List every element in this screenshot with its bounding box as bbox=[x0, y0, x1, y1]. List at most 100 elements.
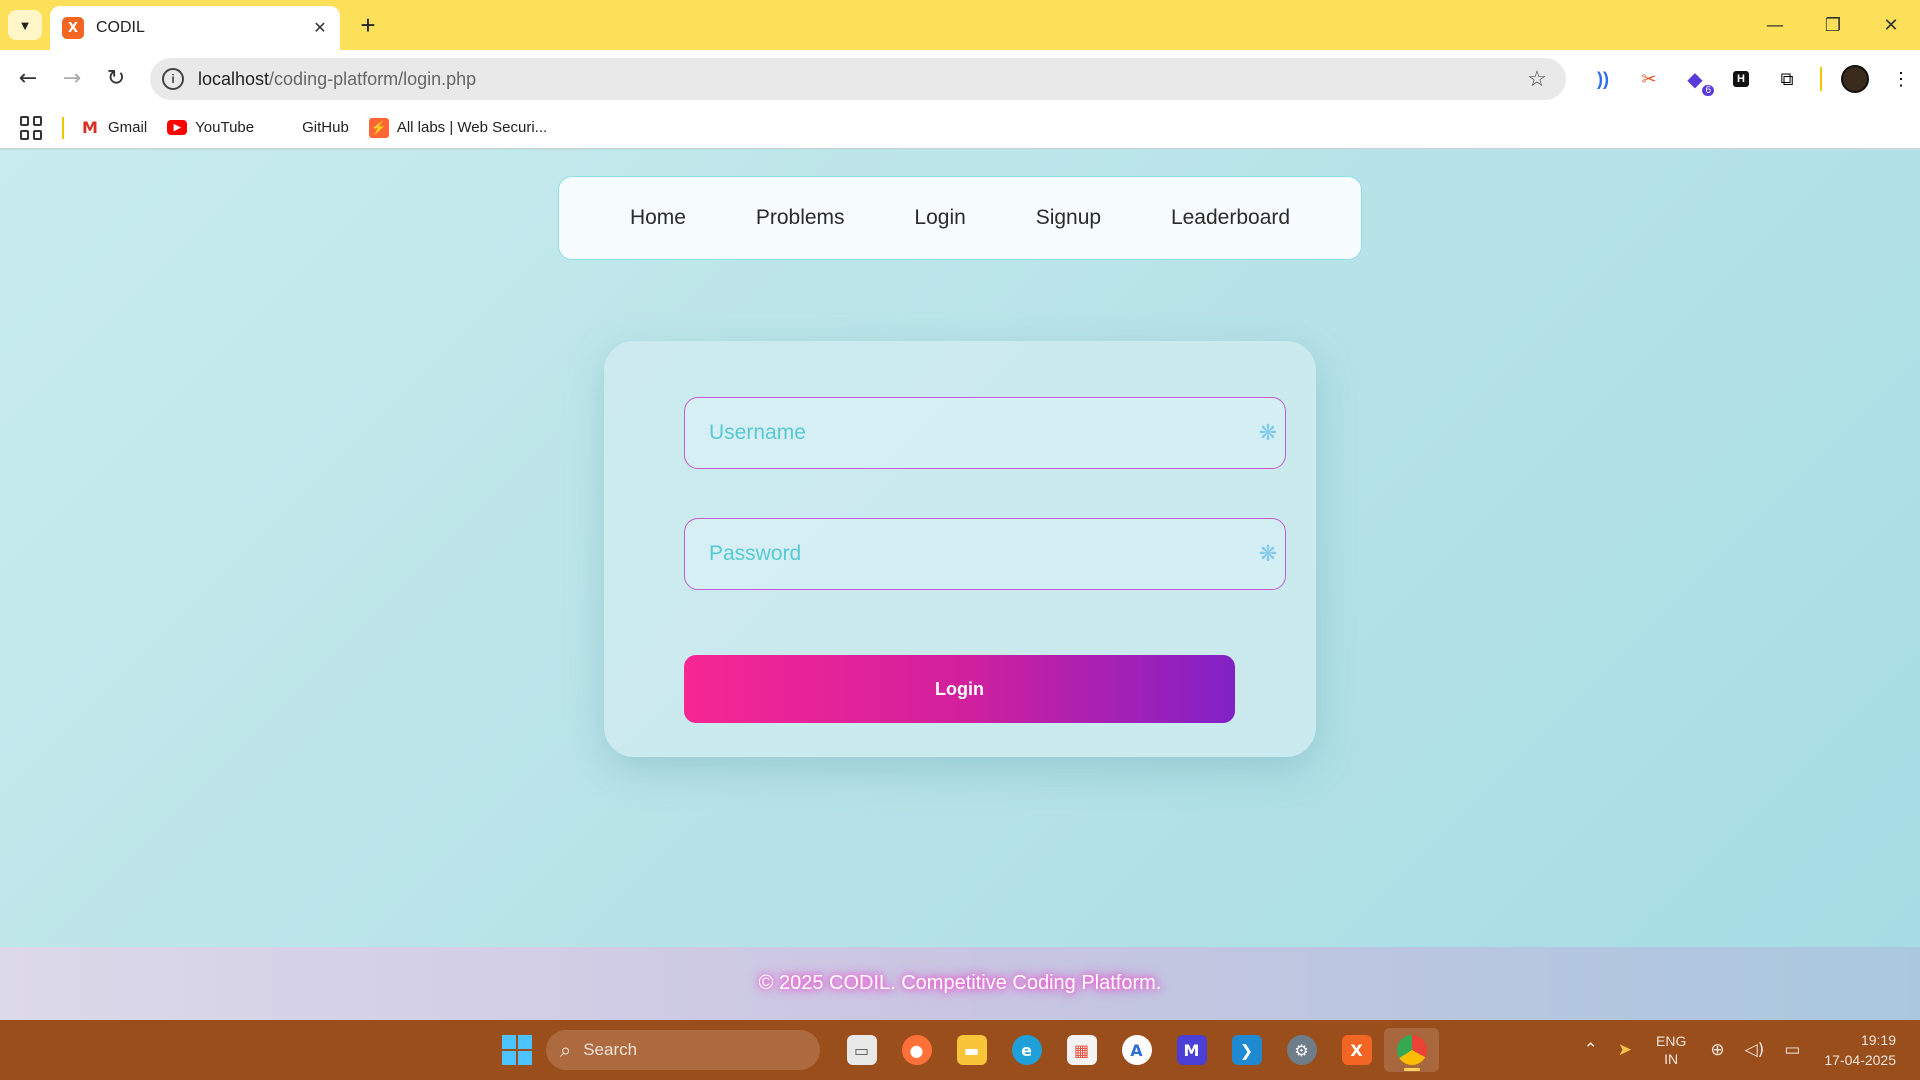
taskbar-search[interactable]: ⌕ Search bbox=[546, 1030, 820, 1070]
close-icon: ✕ bbox=[313, 20, 327, 37]
close-icon: ✕ bbox=[1883, 14, 1899, 36]
taskbar-chrome[interactable] bbox=[1384, 1028, 1439, 1072]
taskbar-file-explorer[interactable]: ▬ bbox=[944, 1028, 999, 1072]
back-button[interactable]: ← bbox=[12, 62, 44, 94]
youtube-icon: ▶ bbox=[167, 120, 188, 135]
h-logo-icon: H bbox=[1733, 71, 1749, 87]
bookmark-label: Gmail bbox=[108, 119, 148, 136]
password-input[interactable] bbox=[685, 519, 1251, 589]
portswigger-icon: ⚡ bbox=[368, 117, 389, 138]
window-controls: — ❐ ✕ bbox=[1746, 0, 1920, 50]
close-tab-button[interactable]: ✕ bbox=[306, 14, 334, 42]
forward-arrow-icon: → bbox=[62, 65, 82, 91]
close-window-button[interactable]: ✕ bbox=[1862, 0, 1920, 50]
tab-strip: ▼ X CODIL ✕ + — ❐ ✕ bbox=[0, 0, 1920, 50]
search-icon: ⌕ bbox=[560, 1038, 572, 1062]
tab-title: CODIL bbox=[96, 19, 145, 36]
taskbar: ⌕ Search ▭ ● ▬ e ▦ A M ❯ ⚙ X ⌃ ➤ ENG IN … bbox=[0, 1020, 1920, 1080]
username-input[interactable] bbox=[685, 398, 1251, 468]
bookmark-star-button[interactable]: ☆ bbox=[1522, 64, 1552, 94]
clock-time: 19:19 bbox=[1860, 1032, 1896, 1048]
show-hidden-icons-chevron-icon[interactable]: ⌃ bbox=[1584, 1040, 1598, 1060]
toolbar-divider bbox=[1820, 67, 1822, 91]
taskbar-edge[interactable]: e bbox=[999, 1028, 1054, 1072]
nav-signup-link[interactable]: Signup bbox=[1036, 206, 1101, 230]
minimize-icon: — bbox=[1766, 14, 1784, 36]
taskbar-store[interactable]: ▦ bbox=[1054, 1028, 1109, 1072]
chevron-down-icon: ▼ bbox=[18, 17, 32, 33]
star-icon: ☆ bbox=[1527, 66, 1547, 91]
browser-tab[interactable]: X CODIL ✕ bbox=[50, 6, 340, 50]
taskbar-settings[interactable]: ⚙ bbox=[1274, 1028, 1329, 1072]
login-submit-button[interactable]: Login bbox=[684, 655, 1235, 723]
minimize-button[interactable]: — bbox=[1746, 0, 1804, 50]
battery-icon[interactable]: ▭ bbox=[1784, 1040, 1800, 1060]
clock[interactable]: 19:19 17-04-2025 bbox=[1824, 1030, 1896, 1070]
browser-menu-button[interactable]: ⋮ bbox=[1878, 62, 1920, 96]
taskbar-app-m[interactable]: M bbox=[1164, 1028, 1219, 1072]
nav-leaderboard-link[interactable]: Leaderboard bbox=[1171, 206, 1290, 230]
page-viewport: Home Problems Login Signup Leaderboard ❋… bbox=[0, 150, 1920, 1020]
taskbar-vscode[interactable]: ❯ bbox=[1219, 1028, 1274, 1072]
hackerone-extension-icon[interactable]: H bbox=[1718, 62, 1764, 96]
url-host: localhost bbox=[198, 68, 270, 89]
wave-extension-icon[interactable]: )) bbox=[1580, 62, 1626, 96]
apps-grid-icon[interactable] bbox=[20, 115, 44, 140]
page-footer: © 2025 CODIL. Competitive Coding Platfor… bbox=[0, 947, 1920, 1020]
extensions-puzzle-button[interactable]: ⧉ bbox=[1764, 62, 1810, 96]
browser-toolbar: ← → ↻ i localhost/coding-platform/login.… bbox=[0, 50, 1920, 107]
forward-button[interactable]: → bbox=[56, 62, 88, 94]
url-text[interactable]: localhost/coding-platform/login.php bbox=[198, 69, 1522, 90]
profile-button[interactable] bbox=[1832, 62, 1878, 96]
taskbar-apps: ⌕ Search ▭ ● ▬ e ▦ A M ❯ ⚙ X bbox=[498, 1028, 1439, 1072]
vscode-icon: ❯ bbox=[1231, 1035, 1262, 1065]
gmail-icon: M bbox=[82, 118, 98, 137]
taskbar-firefox[interactable]: ● bbox=[889, 1028, 944, 1072]
username-field[interactable]: ❋ bbox=[684, 397, 1286, 469]
bookmark-github[interactable]: GitHub bbox=[274, 119, 349, 136]
new-tab-button[interactable]: + bbox=[352, 10, 384, 40]
taskbar-app-a[interactable]: A bbox=[1109, 1028, 1164, 1072]
region-code: IN bbox=[1664, 1051, 1679, 1067]
reload-button[interactable]: ↻ bbox=[100, 62, 132, 94]
taskbar-task-view[interactable]: ▭ bbox=[834, 1028, 889, 1072]
network-globe-icon[interactable]: ⊕ bbox=[1710, 1040, 1724, 1060]
xampp-favicon-icon: X bbox=[62, 17, 84, 39]
location-arrow-icon[interactable]: ➤ bbox=[1618, 1040, 1632, 1060]
avatar bbox=[1841, 65, 1869, 93]
blocker-extension-icon[interactable]: ✂ bbox=[1626, 62, 1672, 96]
a-app-icon: A bbox=[1121, 1035, 1152, 1065]
sparkle-icon: ❋ bbox=[1258, 420, 1278, 446]
bookmark-label: All labs | Web Securi... bbox=[396, 119, 548, 136]
password-field[interactable]: ❋ bbox=[684, 518, 1286, 590]
restore-button[interactable]: ❐ bbox=[1804, 0, 1862, 50]
plus-icon: + bbox=[360, 9, 376, 40]
task-view-icon: ▭ bbox=[846, 1035, 877, 1065]
language-code: ENG bbox=[1656, 1033, 1687, 1049]
login-card: ❋ ❋ Login bbox=[604, 341, 1316, 757]
bookmark-gmail[interactable]: M Gmail bbox=[80, 118, 148, 137]
nav-problems-link[interactable]: Problems bbox=[756, 206, 845, 230]
bookmark-label: YouTube bbox=[195, 119, 255, 136]
site-info-icon[interactable]: i bbox=[162, 68, 184, 90]
bookmark-youtube[interactable]: ▶ YouTube bbox=[167, 119, 254, 136]
bookmarks-bar: M Gmail ▶ YouTube GitHub ⚡ All labs | We… bbox=[0, 107, 1920, 149]
nav-login-link[interactable]: Login bbox=[914, 206, 965, 230]
address-bar[interactable]: i localhost/coding-platform/login.php ☆ bbox=[150, 58, 1566, 100]
folder-icon: ▬ bbox=[956, 1035, 987, 1065]
taskbar-xampp[interactable]: X bbox=[1329, 1028, 1384, 1072]
taskbar-search-label: Search bbox=[583, 1040, 638, 1059]
kebab-menu-icon: ⋮ bbox=[1892, 68, 1910, 89]
url-path: /coding-platform/login.php bbox=[269, 68, 477, 89]
volume-icon[interactable]: ◁) bbox=[1745, 1040, 1765, 1060]
tab-search-button[interactable]: ▼ bbox=[8, 10, 42, 40]
windows-start-button[interactable] bbox=[498, 1031, 536, 1069]
bookmark-web-security[interactable]: ⚡ All labs | Web Securi... bbox=[368, 117, 548, 138]
extensions-area: )) ✂ ◆ 6 H ⧉ ⋮ bbox=[1580, 62, 1920, 96]
graduation-extension-icon[interactable]: ◆ 6 bbox=[1672, 62, 1718, 96]
language-indicator[interactable]: ENG IN bbox=[1656, 1032, 1686, 1068]
store-icon: ▦ bbox=[1066, 1035, 1097, 1065]
reload-icon: ↻ bbox=[106, 65, 126, 91]
nav-home-link[interactable]: Home bbox=[630, 206, 686, 230]
clock-date: 17-04-2025 bbox=[1824, 1052, 1896, 1068]
